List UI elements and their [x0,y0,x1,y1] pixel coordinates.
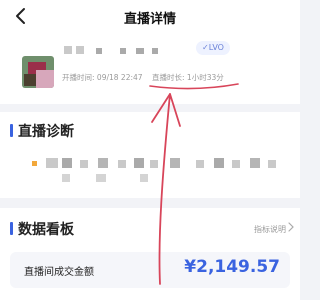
redacted-diagnosis-text [268,160,276,168]
redacted-diagnosis-text [232,160,240,168]
badge-text: LVO [208,43,224,52]
metric-help-link[interactable]: 指标说明 [254,224,286,235]
section-marker [10,222,13,235]
gmv-label: 直播间成交金额 [24,267,94,278]
diagnosis-title: 直播诊断 [18,124,74,140]
redacted-title [136,48,144,54]
section-marker [10,124,13,137]
redacted-diagnosis-text [214,158,224,168]
cover-thumbnail [22,56,54,88]
redacted-diagnosis-text [96,174,106,182]
level-badge: ✓LVO [196,41,230,55]
redacted-diagnosis-text [250,158,260,168]
redacted-diagnosis-text [80,160,88,168]
redacted-diagnosis-text [46,158,58,168]
start-time-value: 09/18 22:47 [96,73,143,82]
redacted-title [120,48,126,54]
start-time: 开播时间: 09/18 22:47 [62,72,143,83]
chevron-right-icon[interactable] [287,222,295,232]
badge-check-icon: ✓ [202,43,209,52]
redacted-diagnosis-text [98,158,108,168]
redacted-diagnosis-text [118,160,126,168]
redacted-title [64,46,72,54]
redacted-title [96,48,102,54]
redacted-diagnosis-text [62,158,72,168]
redacted-diagnosis-text [62,174,70,182]
nav-bar: 直播详情 [0,0,300,34]
start-time-label: 开播时间: [62,73,95,82]
redacted-title [152,48,158,54]
redacted-title [76,46,84,54]
page-title: 直播详情 [123,12,176,27]
diagnosis-icon [32,161,37,166]
dashboard-title: 数据看板 [18,222,74,238]
annotation-arrow [151,93,181,285]
